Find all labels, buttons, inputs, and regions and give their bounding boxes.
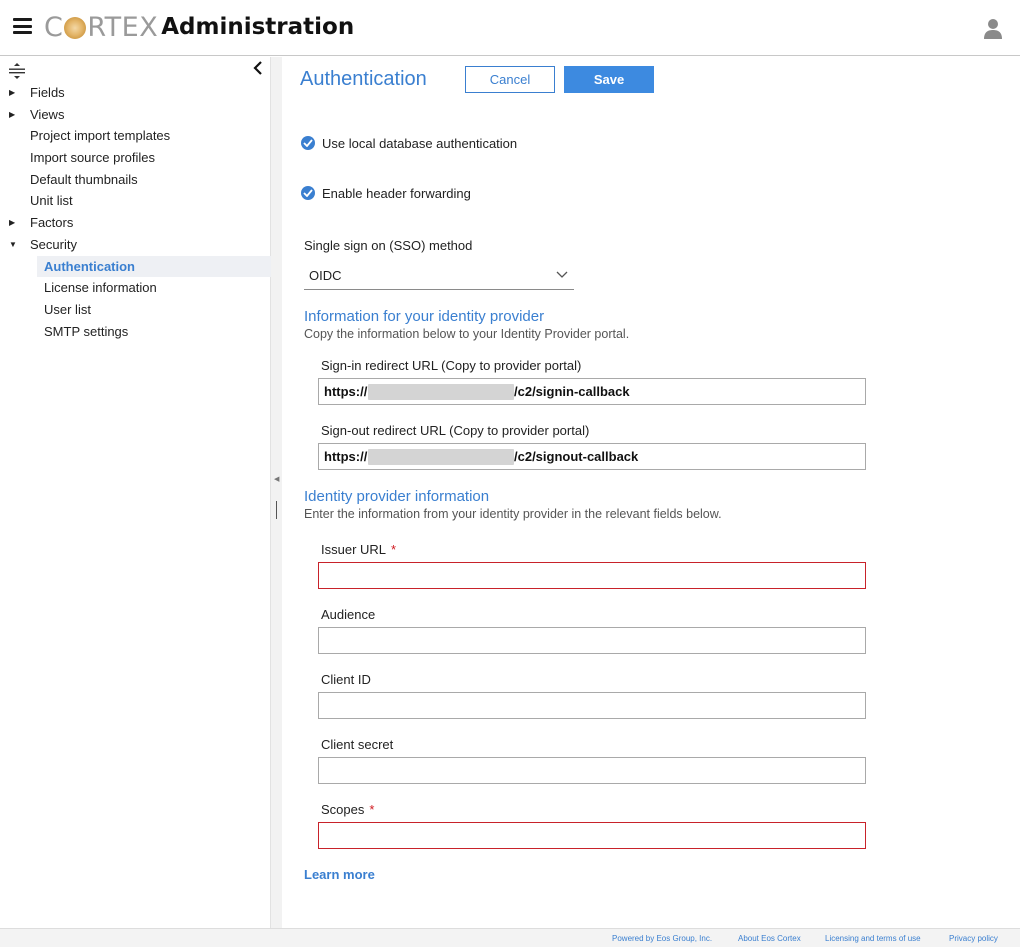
sidebar-item-label: Fields (30, 85, 65, 100)
check-circle-icon[interactable] (301, 136, 315, 150)
sidebar-item-label: Project import templates (30, 128, 171, 144)
licensing-link[interactable]: Licensing and terms of use (825, 934, 921, 943)
sidebar-item-views[interactable]: ▶ Views (0, 104, 271, 126)
signout-url-suffix: /c2/signout-callback (514, 449, 639, 464)
sso-method-label: Single sign on (SSO) method (304, 238, 473, 253)
caret-right-icon[interactable]: ▶ (9, 82, 15, 104)
logo-text-right: RTEX (87, 11, 159, 43)
app-title: Administration (161, 14, 355, 40)
redacted-host (368, 384, 514, 400)
chevron-left-icon[interactable] (251, 60, 265, 76)
sidebar-item-label: Authentication (44, 258, 135, 274)
sidebar-item-user-list[interactable]: User list (0, 299, 271, 321)
sidebar-item-security[interactable]: ▼ Security (0, 234, 271, 256)
scopes-label: Scopes * (321, 802, 374, 817)
sidebar-item-import-source-profiles[interactable]: Import source profiles (0, 147, 271, 169)
caret-right-icon[interactable]: ▶ (9, 104, 15, 126)
signout-url-field[interactable]: https:// /c2/signout-callback (318, 443, 866, 470)
sidebar-item-label: Unit list (30, 193, 73, 209)
sidebar-item-factors[interactable]: ▶ Factors (0, 212, 271, 234)
sidebar-item-label: Default thumbnails (30, 171, 138, 187)
required-marker: * (391, 542, 397, 557)
sidebar-item-label: Factors (30, 215, 74, 231)
sidebar-item-label: Import source profiles (30, 150, 155, 166)
app-logo: C RTEX Administration (44, 11, 354, 43)
collapse-arrow-icon[interactable]: ◀ (274, 475, 279, 483)
required-marker: * (369, 802, 375, 817)
sidebar-item-project-import-templates[interactable]: Project import templates (0, 125, 271, 147)
powered-by-link[interactable]: Powered by Eos Group, Inc. (612, 934, 712, 943)
idp-section-desc: Enter the information from your identity… (304, 507, 722, 521)
sidebar-item-unit-list[interactable]: Unit list (0, 190, 271, 212)
issuer-url-label: Issuer URL * (321, 542, 396, 557)
client-id-input[interactable] (318, 692, 866, 719)
provider-info-section-desc: Copy the information below to your Ident… (304, 327, 630, 341)
footer: Powered by Eos Group, Inc. About Eos Cor… (0, 928, 1020, 947)
client-secret-label: Client secret (321, 737, 394, 752)
main-content: Authentication Cancel Save Use local dat… (282, 57, 1020, 928)
logo-sun-icon (64, 17, 87, 39)
client-id-label: Client ID (321, 672, 371, 687)
chevron-down-icon[interactable] (556, 271, 568, 279)
sso-method-select[interactable]: OIDC (304, 263, 574, 290)
audience-input[interactable] (318, 627, 866, 654)
privacy-policy-link[interactable]: Privacy policy (949, 934, 998, 943)
caret-down-icon[interactable]: ▼ (9, 234, 17, 256)
learn-more-link[interactable]: Learn more (304, 867, 375, 882)
sidebar-item-default-thumbnails[interactable]: Default thumbnails (0, 169, 271, 191)
sidebar-item-label: User list (44, 301, 91, 317)
scopes-label-text: Scopes (321, 802, 365, 817)
cortex-logo: C RTEX (44, 12, 158, 43)
sidebar-item-label: Security (30, 236, 77, 252)
sidebar-item-label: Views (30, 106, 65, 122)
hamburger-menu-icon[interactable] (13, 18, 32, 34)
sidebar-item-label: License information (44, 280, 157, 296)
about-link[interactable]: About Eos Cortex (738, 934, 801, 943)
audience-label: Audience (321, 607, 376, 622)
sso-method-value: OIDC (309, 268, 342, 283)
issuer-url-label-text: Issuer URL (321, 542, 387, 557)
page-title: Authentication (300, 68, 427, 90)
expand-collapse-all-icon[interactable] (8, 63, 26, 79)
local-db-auth-label: Use local database authentication (322, 135, 518, 151)
caret-right-icon[interactable]: ▶ (9, 212, 15, 234)
sidebar-item-smtp-settings[interactable]: SMTP settings (0, 321, 271, 343)
idp-section-title: Identity provider information (304, 488, 490, 505)
panel-splitter[interactable]: ◀ (271, 57, 282, 928)
splitter-grip[interactable] (276, 501, 277, 519)
save-button[interactable]: Save (564, 66, 654, 93)
local-db-auth-checkbox[interactable]: Use local database authentication (301, 134, 517, 152)
signin-url-label: Sign-in redirect URL (Copy to provider p… (321, 358, 582, 373)
provider-info-section-title: Information for your identity provider (304, 308, 545, 325)
logo-text-left: C (44, 11, 64, 43)
app-header: C RTEX Administration (0, 0, 1020, 56)
scopes-input[interactable] (318, 822, 866, 849)
sidebar-nav: ▶ Fields ▶ Views Project import template… (0, 82, 271, 342)
sidebar: ▶ Fields ▶ Views Project import template… (0, 57, 271, 928)
check-circle-icon[interactable] (301, 186, 315, 200)
header-forwarding-label: Enable header forwarding (322, 185, 471, 201)
sidebar-item-label: SMTP settings (44, 323, 129, 339)
redacted-host (368, 449, 514, 465)
signin-url-field[interactable]: https:// /c2/signin-callback (318, 378, 866, 405)
sidebar-item-license-information[interactable]: License information (0, 277, 271, 299)
client-secret-input[interactable] (318, 757, 866, 784)
signin-url-suffix: /c2/signin-callback (514, 384, 630, 399)
sidebar-item-fields[interactable]: ▶ Fields (0, 82, 271, 104)
issuer-url-input[interactable] (318, 562, 866, 589)
signout-url-label: Sign-out redirect URL (Copy to provider … (321, 423, 590, 438)
signin-url-prefix: https:// (324, 384, 368, 399)
cancel-button[interactable]: Cancel (465, 66, 555, 93)
signout-url-prefix: https:// (324, 449, 368, 464)
sidebar-item-authentication[interactable]: Authentication (37, 255, 271, 278)
user-account-icon[interactable] (983, 18, 1003, 39)
header-forwarding-checkbox[interactable]: Enable header forwarding (301, 184, 471, 202)
